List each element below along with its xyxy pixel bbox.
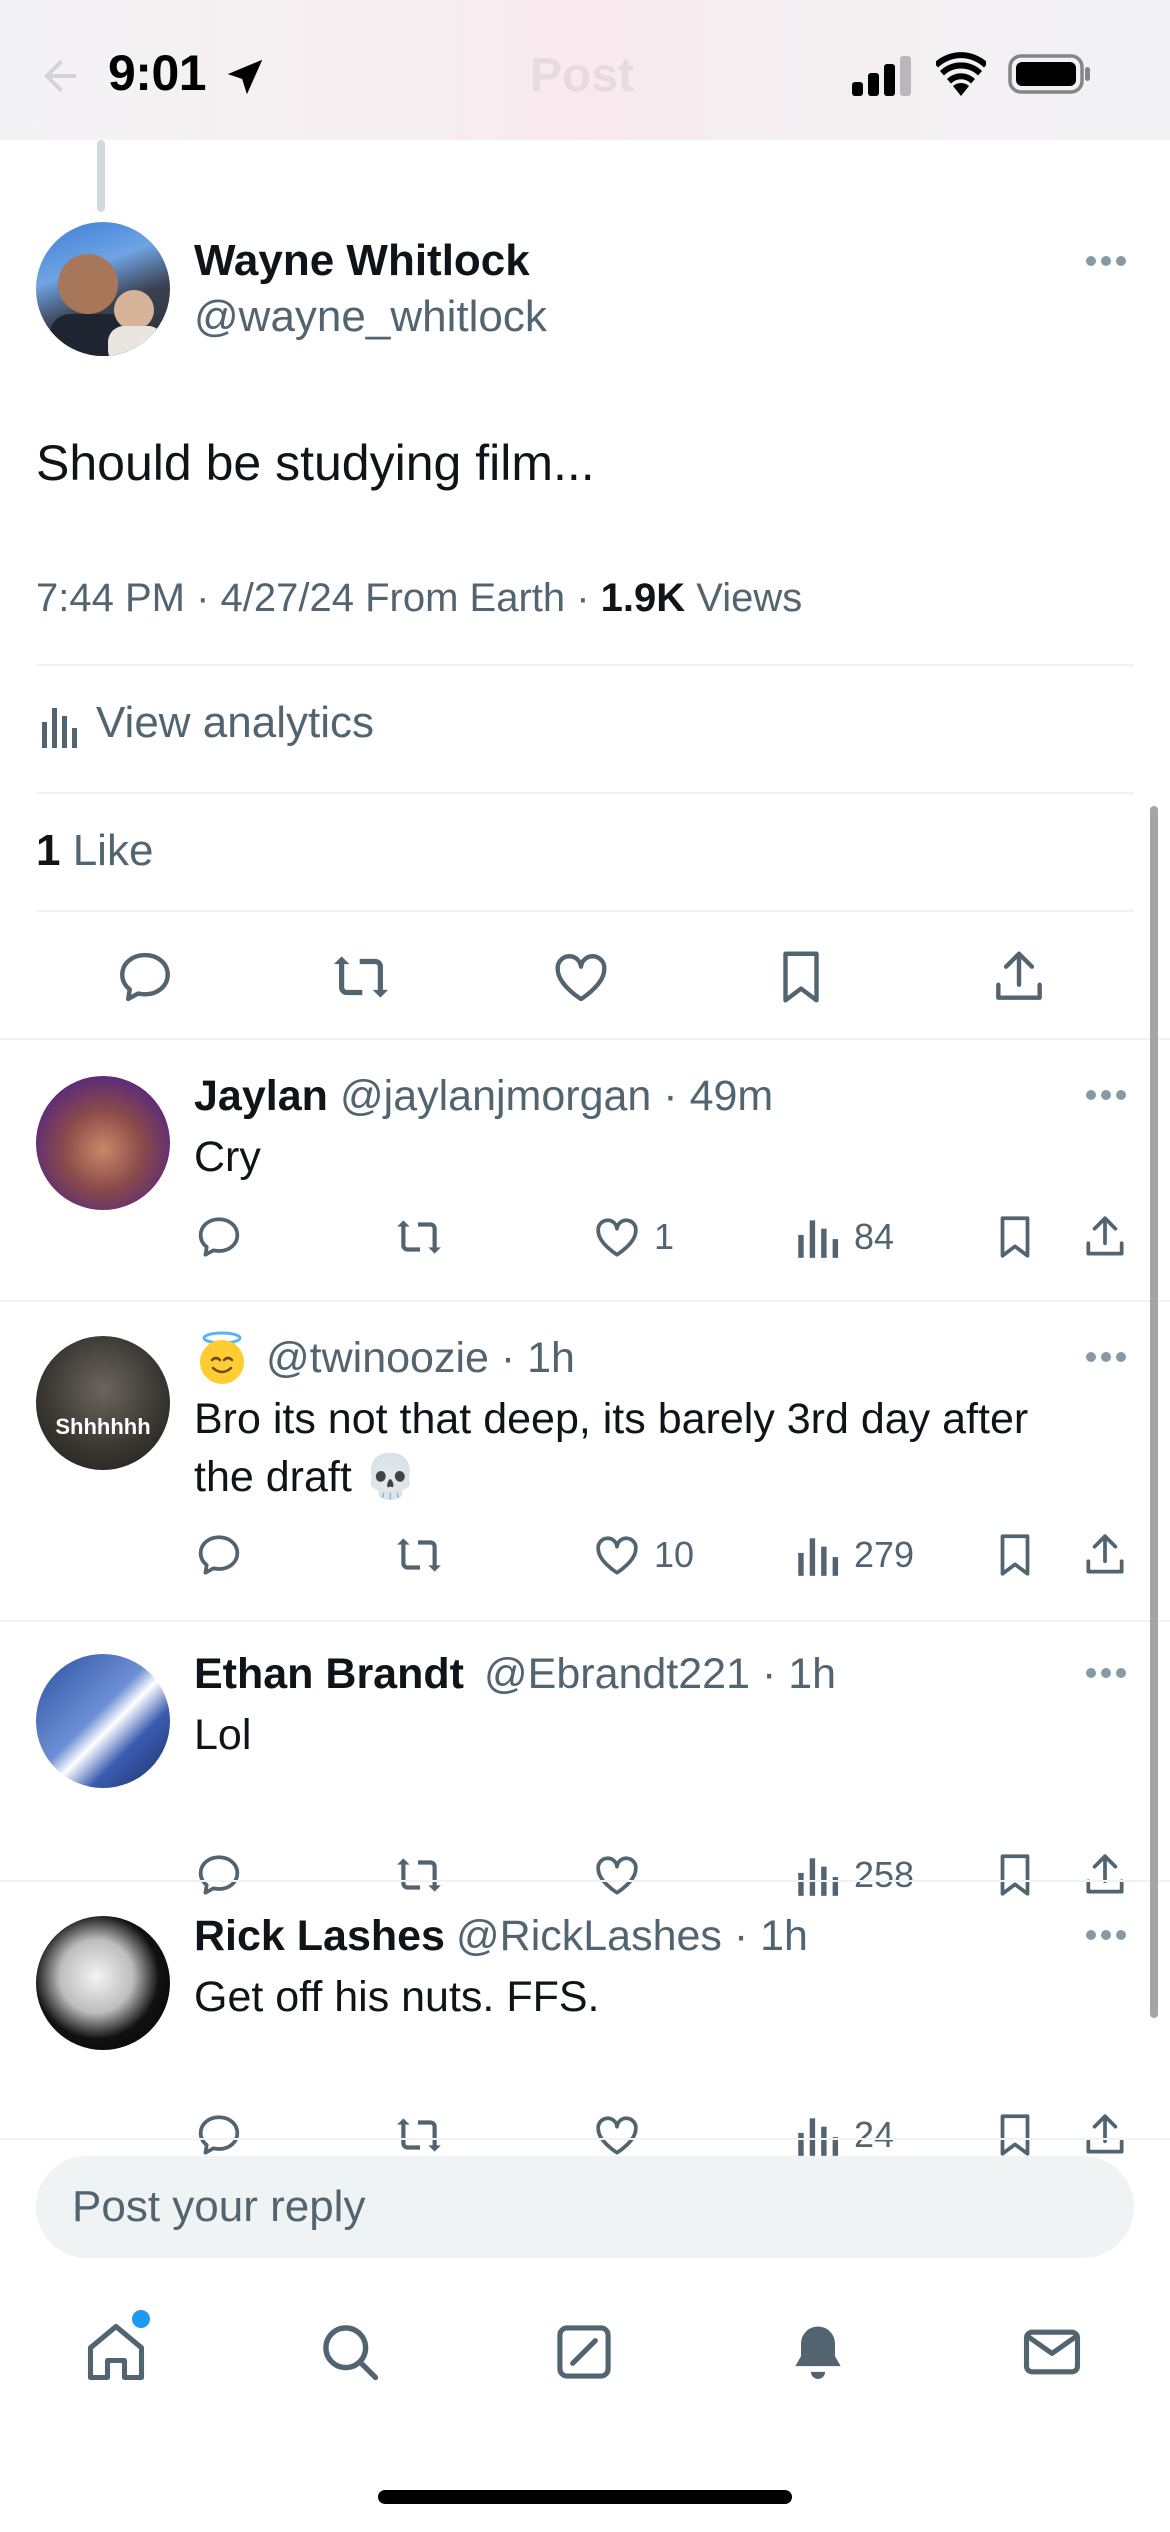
views-label: Views xyxy=(685,576,803,620)
more-options-icon[interactable] xyxy=(1084,1088,1128,1102)
reply-author-handle[interactable]: @RickLashes · 1h xyxy=(456,1912,808,1961)
status-time: 9:01 xyxy=(108,45,207,101)
divider xyxy=(36,664,1134,666)
reply-icon[interactable] xyxy=(114,946,176,1008)
reply-author-handle[interactable]: @Ebrandt221 · 1h xyxy=(484,1650,836,1699)
like-count: 10 xyxy=(654,1534,695,1575)
mail-icon[interactable] xyxy=(1018,2318,1086,2386)
reply-icon[interactable] xyxy=(194,1530,244,1580)
view-count: 258 xyxy=(854,1854,915,1895)
reply-text: Lol xyxy=(194,1711,252,1759)
reply-input[interactable]: Post your reply xyxy=(36,2156,1134,2258)
share-icon[interactable] xyxy=(1080,2110,1130,2160)
reply-input-placeholder: Post your reply xyxy=(72,2182,366,2231)
avatar[interactable]: Shhhhhh xyxy=(36,1336,170,1470)
views-icon[interactable] xyxy=(792,1212,842,1262)
likes-label: Like xyxy=(60,826,154,875)
reply-author-handle[interactable]: @jaylanjmorgan · 49m xyxy=(340,1072,773,1121)
reply-author-name[interactable]: Rick Lashes xyxy=(194,1912,445,1961)
views-icon[interactable] xyxy=(792,2110,842,2160)
reply-icon[interactable] xyxy=(194,1850,244,1900)
search-icon[interactable] xyxy=(316,2318,384,2386)
divider xyxy=(36,910,1134,912)
more-options-icon[interactable] xyxy=(1084,254,1128,268)
post-timestamp: 7:44 PM · 4/27/24 From Earth · xyxy=(36,576,601,620)
divider xyxy=(0,1038,1170,1040)
avatar-photo xyxy=(50,254,164,356)
share-icon[interactable] xyxy=(1080,1212,1130,1262)
bookmark-icon[interactable] xyxy=(770,946,832,1008)
home-notification-dot xyxy=(132,2310,150,2328)
reply-author-handle[interactable]: @twinoozie · 1h xyxy=(266,1334,575,1383)
reply-text: Bro its not that deep, its barely 3rd da… xyxy=(194,1395,1029,1501)
divider xyxy=(36,792,1134,794)
divider xyxy=(0,1620,1170,1622)
share-icon[interactable] xyxy=(1080,1530,1130,1580)
post-meta: 7:44 PM · 4/27/24 From Earth · 1.9K View… xyxy=(36,576,802,621)
avatar[interactable] xyxy=(36,1076,170,1210)
likes-summary[interactable]: 1 Like xyxy=(36,826,153,876)
reply-icon[interactable] xyxy=(194,2110,244,2160)
view-count: 279 xyxy=(854,1534,915,1575)
bookmark-icon[interactable] xyxy=(990,1212,1040,1262)
avatar[interactable] xyxy=(36,222,170,356)
share-icon[interactable] xyxy=(1080,1850,1130,1900)
avatar[interactable] xyxy=(36,1916,170,2050)
scrollbar[interactable] xyxy=(1150,806,1158,2018)
bookmark-icon[interactable] xyxy=(990,2110,1040,2160)
views-icon[interactable] xyxy=(792,1530,842,1580)
likes-count: 1 xyxy=(36,826,61,875)
bookmark-icon[interactable] xyxy=(990,1530,1040,1580)
compose-icon[interactable] xyxy=(550,2318,618,2386)
halo-emoji-icon xyxy=(200,1331,244,1384)
repost-icon[interactable] xyxy=(394,1212,444,1262)
view-count: 84 xyxy=(854,1216,895,1257)
reply-text: Get off his nuts. FFS. xyxy=(194,1973,600,2021)
like-icon[interactable] xyxy=(550,946,612,1008)
analytics-icon xyxy=(42,708,77,748)
divider xyxy=(0,1880,1170,1882)
wifi-icon xyxy=(936,52,986,96)
author-handle[interactable]: @wayne_whitlock xyxy=(194,292,547,342)
more-options-icon[interactable] xyxy=(1084,1350,1128,1364)
home-indicator xyxy=(378,2490,792,2504)
cellular-signal-icon xyxy=(852,56,911,96)
reply-icon[interactable] xyxy=(194,1212,244,1262)
like-icon[interactable] xyxy=(592,1212,642,1262)
avatar[interactable] xyxy=(36,1654,170,1788)
more-options-icon[interactable] xyxy=(1084,1666,1128,1680)
header-title: Post xyxy=(530,49,635,102)
back-arrow-icon[interactable] xyxy=(36,52,84,100)
reply-author-name[interactable]: Jaylan xyxy=(194,1072,328,1121)
location-arrow-icon xyxy=(227,59,263,95)
like-count: 1 xyxy=(654,1216,675,1257)
divider xyxy=(0,2138,1170,2140)
post-text: Should be studying film... xyxy=(36,435,595,491)
view-analytics-link[interactable]: View analytics xyxy=(96,698,374,748)
share-icon[interactable] xyxy=(988,946,1050,1008)
like-icon[interactable] xyxy=(592,1850,642,1900)
like-icon[interactable] xyxy=(592,1530,642,1580)
views-icon[interactable] xyxy=(792,1850,842,1900)
avatar-caption: Shhhhhh xyxy=(55,1414,151,1439)
author-name[interactable]: Wayne Whitlock xyxy=(194,236,530,286)
reply-author-name[interactable]: Ethan Brandt xyxy=(194,1650,464,1699)
status-bar: Post 9:01 xyxy=(0,0,1170,140)
view-count: 24 xyxy=(854,2114,895,2155)
repost-icon[interactable] xyxy=(394,2110,444,2160)
divider xyxy=(0,1300,1170,1302)
like-icon[interactable] xyxy=(592,2110,642,2160)
bookmark-icon[interactable] xyxy=(990,1850,1040,1900)
thread-connector-line xyxy=(97,140,105,212)
more-options-icon[interactable] xyxy=(1084,1928,1128,1942)
repost-icon[interactable] xyxy=(330,946,392,1008)
reply-text: Cry xyxy=(194,1133,261,1181)
home-icon[interactable] xyxy=(82,2318,150,2386)
battery-icon xyxy=(1008,54,1090,94)
repost-icon[interactable] xyxy=(394,1850,444,1900)
bell-icon[interactable] xyxy=(784,2318,852,2386)
views-count: 1.9K xyxy=(600,576,686,620)
repost-icon[interactable] xyxy=(394,1530,444,1580)
